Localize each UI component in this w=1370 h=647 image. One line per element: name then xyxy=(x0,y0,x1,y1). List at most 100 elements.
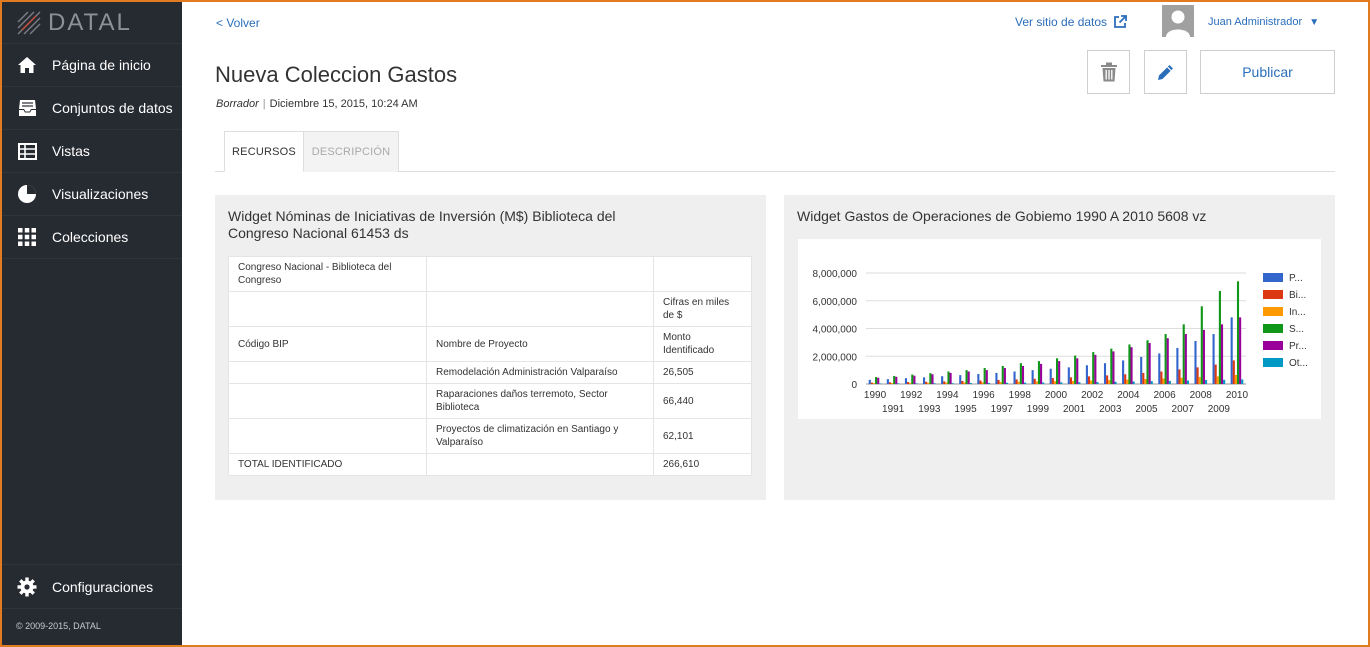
publish-button[interactable]: Publicar xyxy=(1200,50,1335,94)
chart-bar xyxy=(1112,351,1115,384)
logo[interactable]: DATAL xyxy=(2,2,182,44)
chart-container: 0 2,000,000 4,000,000 6,000,000 8,000,000 199… xyxy=(798,239,1321,419)
chart-bar xyxy=(927,382,930,384)
status-label: Borrador xyxy=(216,98,259,110)
view-site-link[interactable]: Ver sitio de datos xyxy=(1015,15,1127,29)
tab-resources[interactable]: RECURSOS xyxy=(224,131,304,172)
chart-bar xyxy=(1035,381,1038,384)
chart-bar xyxy=(933,383,936,384)
sidebar-item-views[interactable]: Vistas xyxy=(2,130,182,173)
widget-investment: Widget Nóminas de Iniciativas de Inversi… xyxy=(215,195,766,500)
chart-bar xyxy=(1176,347,1179,384)
chart-bar xyxy=(915,383,918,384)
chart-bar xyxy=(949,372,952,384)
sidebar-item-label: Configuraciones xyxy=(52,578,154,595)
chart-bar xyxy=(1128,344,1131,384)
sidebar-item-settings[interactable]: Configuraciones xyxy=(2,565,182,608)
trash-icon xyxy=(1100,62,1117,82)
delete-button[interactable] xyxy=(1087,50,1130,94)
chart-bar xyxy=(1200,306,1203,384)
x-tick-label: 2001 xyxy=(1063,404,1086,415)
chart-bar xyxy=(985,370,988,384)
sidebar-item-datasets[interactable]: Conjuntos de datos xyxy=(2,87,182,130)
chart-bar xyxy=(895,376,898,384)
table-cell: 26,505 xyxy=(653,361,752,384)
x-tick-label: 2010 xyxy=(1226,390,1249,401)
chart-bar xyxy=(1198,377,1201,384)
table-cell: 62,101 xyxy=(653,418,752,454)
table-cell xyxy=(228,383,427,419)
chart-bar xyxy=(1056,358,1059,384)
view-site-label: Ver sitio de datos xyxy=(1015,15,1108,29)
chart-bar xyxy=(877,377,880,384)
sidebar-item-home[interactable]: Página de inicio xyxy=(2,44,182,87)
table-cell: Código BIP xyxy=(228,326,427,362)
legend-swatch xyxy=(1263,290,1283,299)
chart-bar xyxy=(1146,340,1149,384)
avatar[interactable] xyxy=(1162,5,1194,37)
chart-bar xyxy=(891,383,894,384)
chart-bar xyxy=(1166,338,1169,384)
x-tick-label: 2000 xyxy=(1045,390,1068,401)
table-cell: 66,440 xyxy=(653,383,752,419)
table-row: Congreso Nacional - Biblioteca del Congr… xyxy=(228,256,752,292)
chart-bar xyxy=(1114,381,1117,384)
sidebar-settings-section: Configuraciones xyxy=(2,564,182,609)
chart-bar xyxy=(977,374,980,384)
widget-operations: Widget Gastos de Operaciones de Gobiemo … xyxy=(784,195,1335,500)
chart-bar xyxy=(1042,382,1045,384)
chart-bar xyxy=(1158,353,1161,384)
legend-label: In... xyxy=(1289,307,1306,318)
sidebar: DATAL Página de inicio Conjuntos de dato… xyxy=(2,2,182,645)
page-title: Nueva Coleccion Gastos xyxy=(215,62,458,87)
chart-bar xyxy=(967,371,970,384)
x-tick-label: 1995 xyxy=(954,404,977,415)
chart-bar xyxy=(1001,365,1004,384)
back-link[interactable]: < Volver xyxy=(216,16,260,30)
table-cell xyxy=(426,256,654,292)
x-tick-label: 1992 xyxy=(900,390,923,401)
sidebar-item-collections[interactable]: Colecciones xyxy=(2,216,182,259)
table-cell: Raparaciones daños terremoto, Sector Bib… xyxy=(426,383,654,419)
chart-bar xyxy=(947,371,950,384)
chart-bar xyxy=(951,383,954,384)
chart-bar xyxy=(941,376,944,384)
chart-bar xyxy=(1182,324,1185,384)
chart-bar xyxy=(1085,365,1088,384)
chart-bar xyxy=(913,375,916,384)
chart-bar xyxy=(943,381,946,384)
chart-bar xyxy=(1236,281,1240,384)
y-tick-label: 0 xyxy=(851,380,857,391)
chart-bar xyxy=(1013,371,1016,384)
chart-bar xyxy=(1194,340,1197,384)
chart-bar xyxy=(969,383,972,384)
x-tick-label: 2005 xyxy=(1135,404,1158,415)
legend-label: Bi... xyxy=(1289,290,1306,301)
chart-bar xyxy=(1124,374,1127,384)
sidebar-item-label: Visualizaciones xyxy=(52,186,149,202)
tab-description[interactable]: DESCRIPCIÓN xyxy=(304,131,399,172)
chart-bar xyxy=(1168,380,1171,384)
chart-bar xyxy=(929,373,932,384)
y-tick-label: 2,000,000 xyxy=(813,352,858,363)
chart-bar xyxy=(1074,355,1077,384)
edit-button[interactable] xyxy=(1144,50,1187,94)
legend-label: Pr... xyxy=(1289,341,1307,352)
chart-bar xyxy=(911,374,914,384)
chart-bar xyxy=(963,382,966,384)
x-tick-label: 1999 xyxy=(1027,404,1050,415)
logo-text: DATAL xyxy=(48,8,132,36)
chart-bar xyxy=(1005,382,1009,384)
table-row: Cifras en miles de $ xyxy=(228,291,752,327)
gear-icon xyxy=(16,576,38,598)
sidebar-item-visualizations[interactable]: Visualizaciones xyxy=(2,173,182,216)
chart-bar xyxy=(987,382,990,384)
chart-bar xyxy=(1239,317,1242,384)
table-cell xyxy=(228,361,427,384)
legend-swatch xyxy=(1263,358,1283,367)
x-tick-label: 1998 xyxy=(1009,390,1032,401)
bar-chart: 0 2,000,000 4,000,000 6,000,000 8,000,000 199… xyxy=(813,269,1308,415)
table-icon xyxy=(16,140,38,162)
user-menu[interactable]: Juan Administrador ▼ xyxy=(1208,16,1319,28)
table-row: Proyectos de climatización en Santiago y… xyxy=(228,418,752,454)
